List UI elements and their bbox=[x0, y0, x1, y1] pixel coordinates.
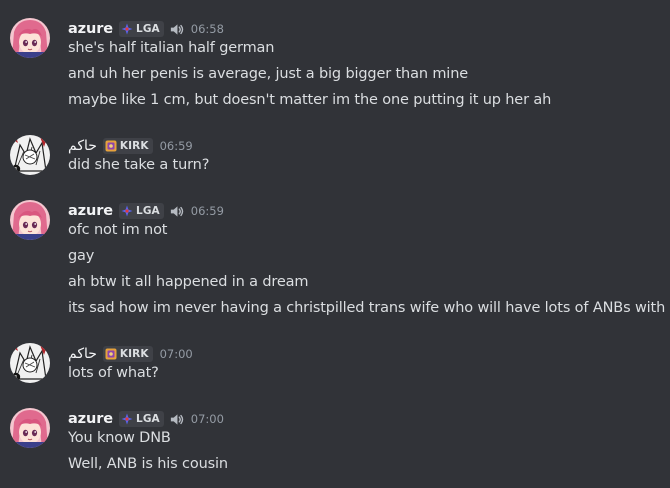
message-text: and uh her penis is average, just a big … bbox=[68, 66, 469, 82]
clan-badge-icon bbox=[105, 140, 117, 152]
clan-tag-label: KIRK bbox=[119, 140, 149, 152]
message-header: azure LGA 07:00 bbox=[68, 408, 224, 430]
clan-tag-label: LGA bbox=[136, 23, 160, 35]
avatar[interactable] bbox=[10, 18, 50, 58]
message-header: حاكم KIRK 06:59 bbox=[68, 135, 193, 157]
timestamp: 06:59 bbox=[190, 204, 224, 218]
timestamp: 06:58 bbox=[190, 22, 224, 36]
clan-tag-label: KIRK bbox=[119, 348, 149, 360]
username[interactable]: azure bbox=[68, 21, 113, 37]
message-text: You know DNB bbox=[68, 430, 171, 446]
message-header: azure LGA 06:58 bbox=[68, 18, 224, 40]
message-text: ofc not im not bbox=[68, 222, 168, 238]
clan-badge-icon bbox=[105, 348, 117, 360]
timestamp: 07:00 bbox=[190, 412, 224, 426]
chat-messages: azure LGA 06:58 she's half italian half … bbox=[0, 0, 670, 488]
username[interactable]: حاكم bbox=[68, 138, 97, 154]
clan-badge-icon bbox=[121, 413, 133, 425]
timestamp: 06:59 bbox=[159, 139, 193, 153]
clan-tag-label: LGA bbox=[136, 205, 160, 217]
clan-tag-label: LGA bbox=[136, 413, 160, 425]
clan-tag[interactable]: LGA bbox=[119, 21, 164, 37]
clan-tag[interactable]: LGA bbox=[119, 411, 164, 427]
avatar[interactable]: 1 bbox=[10, 343, 50, 383]
speaker-icon bbox=[170, 23, 183, 35]
avatar[interactable] bbox=[10, 408, 50, 448]
clan-tag[interactable]: KIRK bbox=[102, 138, 153, 154]
speaker-icon bbox=[170, 413, 183, 425]
avatar[interactable]: 1 bbox=[10, 135, 50, 175]
username[interactable]: حاكم bbox=[68, 346, 97, 362]
username[interactable]: azure bbox=[68, 203, 113, 219]
message-text: Well, ANB is his cousin bbox=[68, 456, 228, 472]
username[interactable]: azure bbox=[68, 411, 113, 427]
svg-text:1: 1 bbox=[14, 375, 18, 382]
message-text: gay bbox=[68, 248, 95, 264]
clan-badge-icon bbox=[121, 23, 133, 35]
message-text: maybe like 1 cm, but doesn't matter im t… bbox=[68, 92, 552, 108]
svg-text:1: 1 bbox=[14, 167, 18, 174]
message-header: حاكم KIRK 07:00 bbox=[68, 343, 193, 365]
message-text: she's half italian half german bbox=[68, 40, 275, 56]
speaker-icon bbox=[170, 205, 183, 217]
avatar[interactable] bbox=[10, 200, 50, 240]
clan-tag[interactable]: LGA bbox=[119, 203, 164, 219]
message-text: did she take a turn? bbox=[68, 157, 210, 173]
message-header: azure LGA 06:59 bbox=[68, 200, 224, 222]
message-text: ah btw it all happened in a dream bbox=[68, 274, 309, 290]
message-text: lots of what? bbox=[68, 365, 159, 381]
timestamp: 07:00 bbox=[159, 347, 193, 361]
message-text: its sad how im never having a christpill… bbox=[68, 300, 670, 316]
clan-tag[interactable]: KIRK bbox=[102, 346, 153, 362]
clan-badge-icon bbox=[121, 205, 133, 217]
